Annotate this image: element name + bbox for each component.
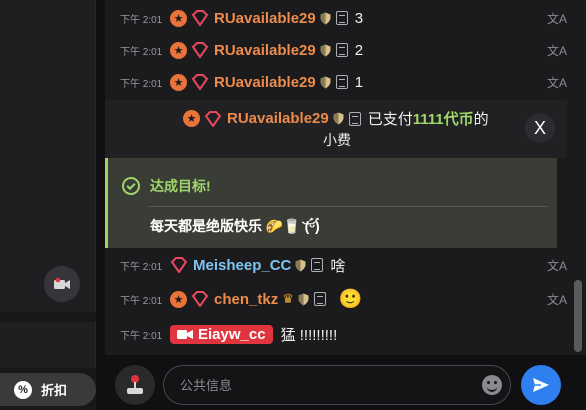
message-input[interactable] [180,366,470,404]
goal-title: 达成目标! [150,178,211,194]
shield-icon [295,259,306,271]
tip-suffix: 的 [473,111,489,128]
discount-button[interactable]: % 折扣 [0,373,96,406]
diamond-icon [191,74,209,90]
message-text: 1 [354,73,364,91]
message-text: 3 [354,9,364,27]
send-icon [533,378,549,392]
chat-message: 下午 2:01 Meisheep_CC 啥 文A [105,255,567,275]
chat-message: 下午 2:01 ★ RUavailable29 3 文A [105,8,567,28]
shield-icon [320,12,331,24]
username[interactable]: Meisheep_CC [193,257,291,274]
message-time: 下午 2:01 [120,78,163,90]
username[interactable]: RUavailable29 [214,74,316,91]
translate-icon[interactable]: 文A [547,42,567,59]
divider [96,0,105,410]
camera-icon [54,277,70,289]
document-icon [335,75,348,89]
diamond-icon [191,291,209,307]
diamond-icon [170,257,188,273]
shield-icon [320,44,331,56]
chat-message: 下午 2:01 ★ RUavailable29 1 文A [105,72,567,92]
diamond-icon [191,10,209,26]
diamond-icon [191,42,209,58]
goal-check-icon [122,177,140,195]
chat-message: 下午 2:01 ★ chen_tkz ♛ 🙂 文A [105,287,567,311]
goal-header: 达成目标! [122,176,211,196]
document-icon [335,11,348,25]
goal-divider [148,206,548,207]
diamond-icon [204,110,222,127]
message-text: 啥 [330,257,346,275]
message-text: 🙂 [338,289,363,310]
tip-username[interactable]: RUavailable29 [227,110,329,127]
chat-message: 下午 2:01 Eiayw_cc 猛 !!!!!!!!! [105,322,567,346]
username: Eiayw_cc [198,325,266,343]
star-badge-icon: ★ [170,41,187,59]
document-icon [348,111,361,126]
percent-icon: % [14,380,32,399]
close-icon[interactable]: X [525,113,555,143]
shield-icon [320,76,331,88]
tip-amount: 1111代币 [412,111,474,128]
translate-icon[interactable]: 文A [547,257,567,274]
translate-icon[interactable]: 文A [547,74,567,91]
message-text: 猛 !!!!!!!!! [280,326,338,344]
chat-scrollbar[interactable] [574,280,582,352]
message-time: 下午 2:01 [120,261,163,273]
joystick-button[interactable] [115,365,155,405]
username[interactable]: RUavailable29 [214,42,316,59]
goal-card: 达成目标! 每天都是绝版快乐 🌮🥛 (ؑ᷅ᵕؑ᷄) [105,158,557,248]
tip-message: ★ RUavailable29 已支付 1111代币 的 小费 [105,100,567,158]
video-camera-icon [177,329,193,339]
username[interactable]: RUavailable29 [214,10,316,27]
message-time: 下午 2:01 [120,46,163,58]
send-button[interactable] [521,365,561,405]
document-icon [335,43,348,57]
translate-icon[interactable]: 文A [547,291,567,308]
message-time: 下午 2:01 [120,295,163,307]
star-badge-icon: ★ [170,73,187,91]
camera-button[interactable] [44,266,80,302]
crown-icon: ♛ [282,291,294,306]
star-badge-icon: ★ [170,290,187,308]
document-icon [311,258,324,272]
message-input-wrapper [163,365,511,405]
app-root: % 折扣 下午 2:01 ★ RUavailable29 3 文A 下午 2:0… [0,0,586,410]
tip-prefix: 已支付 [367,111,413,128]
discount-label: 折扣 [41,383,68,398]
message-text: 2 [354,41,364,59]
chat-input-bar [105,355,586,410]
message-time: 下午 2:01 [120,330,163,342]
shield-icon [333,112,344,125]
username[interactable]: chen_tkz [214,291,278,308]
tip-line2: 小费 [323,132,351,148]
joystick-icon [127,375,143,394]
video-panel [0,0,96,312]
message-time: 下午 2:01 [120,14,163,26]
star-badge-icon: ★ [170,9,187,27]
emoji-icon[interactable] [482,375,502,395]
translate-icon[interactable]: 文A [547,10,567,27]
chat-panel: 下午 2:01 ★ RUavailable29 3 文A 下午 2:01 ★ R… [105,0,586,410]
left-lower-panel [0,322,96,368]
document-icon [313,292,326,306]
shield-icon [298,293,309,305]
star-badge-icon: ★ [183,110,200,127]
cam-badge[interactable]: Eiayw_cc [170,324,273,344]
chat-message: 下午 2:01 ★ RUavailable29 2 文A [105,40,567,60]
goal-text: 每天都是绝版快乐 🌮🥛 (ؑ᷅ᵕؑ᷄) [150,218,320,234]
tip-line: ★ RUavailable29 已支付 1111代币 的 [183,108,489,129]
